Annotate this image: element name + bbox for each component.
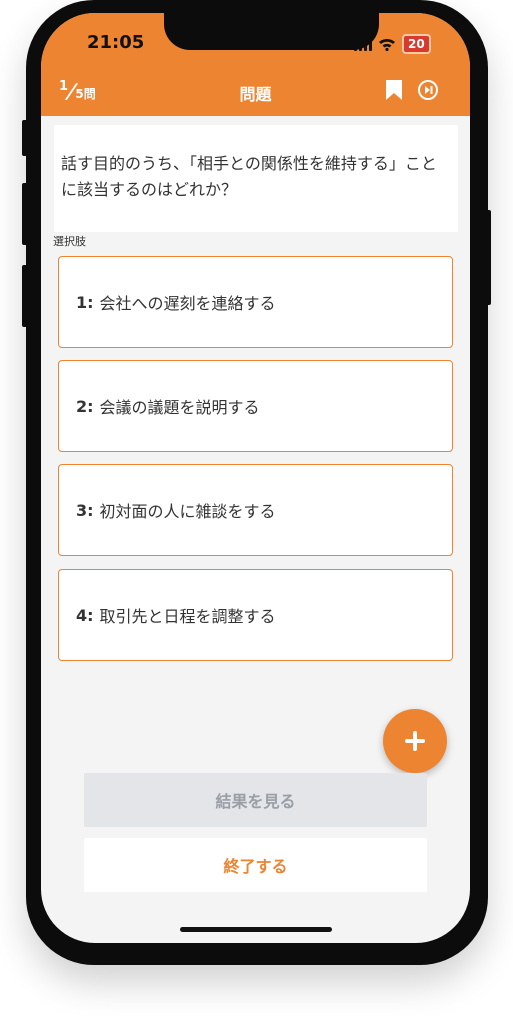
phone-volume-down-button bbox=[22, 265, 28, 327]
option-3[interactable]: 3: 初対面の人に雑談をする bbox=[58, 464, 453, 556]
option-number: 3: bbox=[76, 500, 94, 520]
option-2[interactable]: 2: 会議の議題を説明する bbox=[58, 360, 453, 452]
page-title: 問題 bbox=[239, 85, 272, 104]
option-label: 初対面の人に雑談をする bbox=[99, 502, 276, 521]
plus-icon bbox=[405, 731, 425, 751]
question-text: 話す目的のうち、「相手との関係性を維持する」ことに該当するのはどれか？ bbox=[54, 125, 458, 232]
home-indicator[interactable] bbox=[180, 927, 332, 932]
wifi-icon bbox=[379, 38, 395, 51]
skip-next-icon[interactable] bbox=[417, 79, 439, 101]
battery-icon: 20 bbox=[402, 34, 431, 54]
end-button[interactable]: 終了する bbox=[84, 838, 427, 892]
app-header: 21:05 20 1/5問 問題 bbox=[41, 13, 470, 116]
phone-volume-up-button bbox=[22, 183, 28, 245]
view-results-button[interactable]: 結果を見る bbox=[84, 773, 427, 827]
status-time: 21:05 bbox=[87, 32, 145, 53]
option-number: 4: bbox=[76, 605, 94, 625]
option-1[interactable]: 1: 会社への遅刻を連絡する bbox=[58, 256, 453, 348]
bookmark-icon[interactable] bbox=[384, 79, 404, 101]
screen: 21:05 20 1/5問 問題 話す目的のうち、「相手との関係性を維持する」こ… bbox=[41, 13, 470, 943]
option-number: 2: bbox=[76, 396, 94, 416]
option-label: 会議の議題を説明する bbox=[99, 398, 260, 417]
add-button[interactable] bbox=[383, 709, 447, 773]
option-4[interactable]: 4: 取引先と日程を調整する bbox=[58, 569, 453, 661]
option-label: 会社への遅刻を連絡する bbox=[99, 294, 276, 313]
camera-notch bbox=[164, 13, 379, 50]
options-label: 選択肢 bbox=[53, 235, 86, 248]
phone-power-button bbox=[485, 210, 491, 305]
option-label: 取引先と日程を調整する bbox=[99, 607, 276, 626]
phone-side-button bbox=[22, 120, 28, 156]
option-number: 1: bbox=[76, 292, 94, 312]
